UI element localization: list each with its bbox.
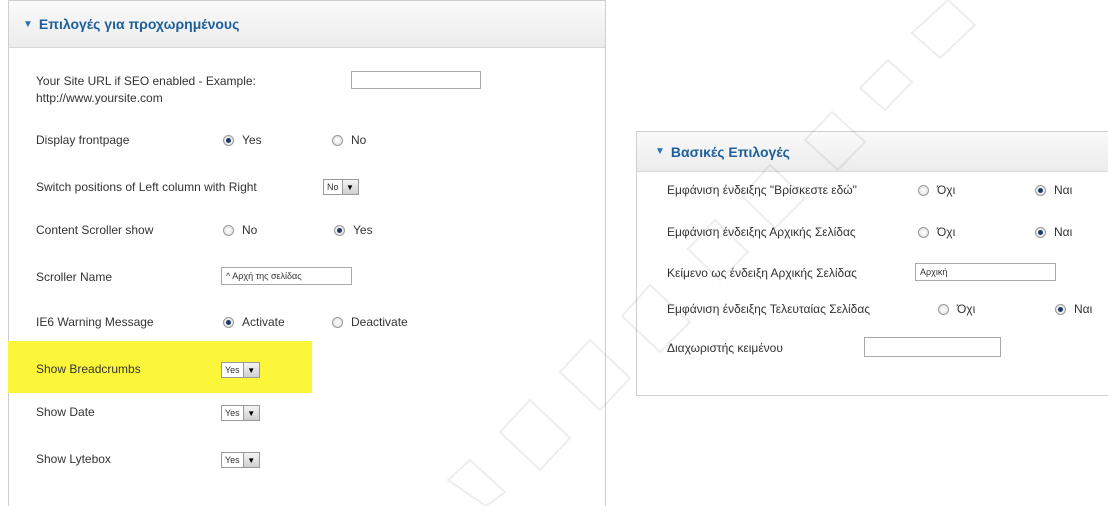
content-scroller-label: Content Scroller show (36, 223, 154, 237)
triangle-down-icon: ▼ (23, 18, 33, 30)
radio-unselected-icon (332, 316, 343, 328)
last-page-yes-radio[interactable]: Ναι (1055, 302, 1092, 316)
you-are-here-no-radio[interactable]: Όχι (918, 183, 955, 197)
switch-positions-label: Switch positions of Left column with Rig… (36, 180, 257, 194)
radio-label: Activate (242, 315, 285, 329)
radio-unselected-icon (332, 134, 343, 146)
display-frontpage-yes-radio[interactable]: Yes (223, 133, 262, 147)
site-url-label-1: Your Site URL if SEO enabled - Example: (36, 74, 256, 88)
radio-unselected-icon (938, 303, 949, 315)
show-date-label: Show Date (36, 405, 95, 419)
you-are-here-label: Εμφάνιση ένδειξης "Βρίσκεστε εδώ" (667, 183, 857, 197)
site-url-label-2: http://www.yoursite.com (36, 91, 163, 105)
advanced-options-title: Επιλογές για προχωρημένους (38, 16, 240, 32)
radio-label: Ναι (1054, 225, 1073, 239)
separator-input[interactable] (864, 337, 1001, 357)
content-scroller-no-radio[interactable]: No (223, 223, 257, 237)
chevron-down-icon[interactable]: ▼ (242, 453, 259, 467)
show-breadcrumbs-select[interactable]: Yes ▼ (221, 362, 260, 378)
last-page-label: Εμφάνιση ένδειξης Τελευταίας Σελίδας (667, 302, 871, 316)
scroller-name-label: Scroller Name (36, 270, 113, 284)
home-indicator-label: Εμφάνιση ένδειξης Αρχικής Σελίδας (667, 225, 856, 239)
ie6-warning-label: IE6 Warning Message (36, 315, 154, 329)
radio-label: Yes (242, 133, 262, 147)
scroller-name-input[interactable] (221, 267, 352, 285)
radio-selected-icon (1055, 303, 1066, 315)
ie6-deactivate-radio[interactable]: Deactivate (332, 315, 408, 329)
basic-options-header[interactable]: ▼ Βασικές Επιλογές (637, 132, 1108, 172)
radio-selected-icon (223, 316, 234, 328)
select-value: No (327, 182, 339, 192)
radio-label: No (351, 133, 367, 147)
switch-positions-select[interactable]: No ▼ (323, 179, 359, 195)
show-breadcrumbs-label: Show Breadcrumbs (36, 362, 141, 376)
last-page-no-radio[interactable]: Όχι (938, 302, 975, 316)
radio-selected-icon (1035, 226, 1046, 238)
radio-label: Ναι (1054, 183, 1073, 197)
chevron-down-icon[interactable]: ▼ (242, 363, 259, 377)
radio-selected-icon (334, 224, 345, 236)
radio-label: Όχι (937, 225, 956, 239)
advanced-options-header[interactable]: ▼ Επιλογές για προχωρημένους (9, 1, 605, 48)
home-indicator-no-radio[interactable]: Όχι (918, 225, 955, 239)
radio-label: Όχι (957, 302, 976, 316)
chevron-down-icon[interactable]: ▼ (341, 180, 358, 194)
radio-selected-icon (1035, 184, 1046, 196)
you-are-here-yes-radio[interactable]: Ναι (1035, 183, 1072, 197)
radio-label: Όχι (937, 183, 956, 197)
show-lytebox-select[interactable]: Yes ▼ (221, 452, 260, 468)
home-text-input[interactable] (915, 263, 1056, 281)
display-frontpage-label: Display frontpage (36, 133, 130, 147)
display-frontpage-no-radio[interactable]: No (332, 133, 366, 147)
radio-unselected-icon (918, 184, 929, 196)
select-value: Yes (225, 365, 240, 375)
chevron-down-icon[interactable]: ▼ (242, 406, 259, 420)
radio-unselected-icon (918, 226, 929, 238)
radio-selected-icon (223, 134, 234, 146)
select-value: Yes (225, 408, 240, 418)
triangle-down-icon: ▼ (655, 146, 665, 157)
show-lytebox-label: Show Lytebox (36, 452, 111, 466)
radio-label: Yes (353, 223, 373, 237)
home-text-label: Κείμενο ως ένδειξη Αρχικής Σελίδας (667, 266, 857, 280)
radio-label: Deactivate (351, 315, 408, 329)
separator-label: Διαχωριστής κειμένου (667, 341, 783, 355)
radio-label: Ναι (1074, 302, 1093, 316)
radio-label: No (242, 223, 258, 237)
home-indicator-yes-radio[interactable]: Ναι (1035, 225, 1072, 239)
radio-unselected-icon (223, 224, 234, 236)
ie6-activate-radio[interactable]: Activate (223, 315, 285, 329)
show-date-select[interactable]: Yes ▼ (221, 405, 260, 421)
select-value: Yes (225, 455, 240, 465)
basic-options-title: Βασικές Επιλογές (670, 143, 790, 160)
site-url-input[interactable] (351, 71, 481, 89)
content-scroller-yes-radio[interactable]: Yes (334, 223, 373, 237)
